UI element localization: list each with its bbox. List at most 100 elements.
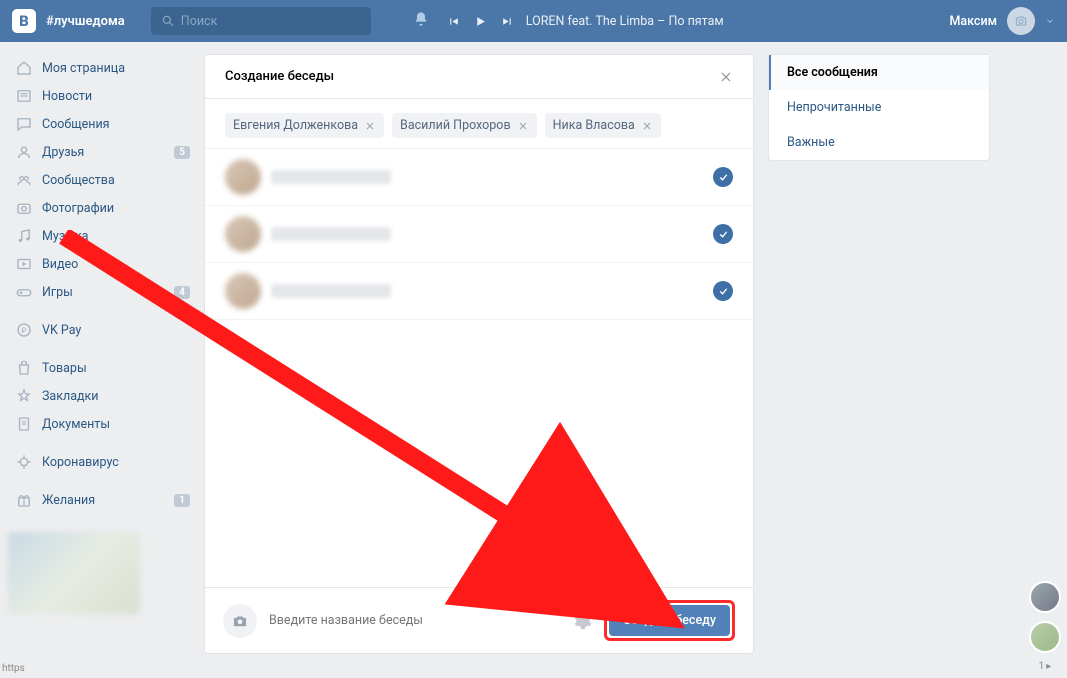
user-chip: Ника Власова <box>545 113 661 138</box>
person-name-blurred <box>271 284 391 298</box>
create-chat-button[interactable]: Создать беседу <box>609 605 730 636</box>
photo-icon <box>14 198 34 218</box>
nav-groups[interactable]: Сообщества <box>8 166 196 194</box>
nav-label: Документы <box>42 417 190 432</box>
chip-label: Ника Власова <box>553 118 635 133</box>
nav-group-1: Моя страница Новости Сообщения Друзья5 Сообщ… <box>8 54 196 316</box>
remove-chip-icon[interactable] <box>364 120 376 132</box>
chevron-down-icon[interactable] <box>1045 16 1055 26</box>
friends-icon <box>14 142 34 162</box>
person-name-blurred <box>271 227 391 241</box>
person-avatar <box>225 216 261 252</box>
person-row[interactable] <box>205 149 753 206</box>
nav-games[interactable]: Игры4 <box>8 278 196 306</box>
notifications-button[interactable] <box>403 11 439 31</box>
remove-chip-icon[interactable] <box>517 120 529 132</box>
nav-group-2: ₽ VK Pay <box>8 316 196 354</box>
header-avatar[interactable] <box>1007 7 1035 35</box>
nav-label: Закладки <box>42 389 190 404</box>
online-friends-stack[interactable]: 1 ▸ <box>1029 581 1061 672</box>
nav-group-3: Товары Закладки Документы <box>8 354 196 448</box>
status-bar-text: https <box>2 663 25 674</box>
nav-music[interactable]: Музыка <box>8 222 196 250</box>
filter-item[interactable]: Важные <box>769 125 989 160</box>
nav-label: Сообщества <box>42 173 190 188</box>
chat-photo-button[interactable] <box>223 604 257 638</box>
nav-msg[interactable]: Сообщения <box>8 110 196 138</box>
create-button-highlight: Создать беседу <box>604 600 735 641</box>
app-header: B #лучшедома Поиск LOREN feat. The Limba… <box>0 0 1067 42</box>
search-input[interactable]: Поиск <box>151 7 371 35</box>
filter-item[interactable]: Непрочитанные <box>769 90 989 125</box>
wish-icon <box>14 490 34 510</box>
nav-label: Коронавирус <box>42 455 190 470</box>
filter-item[interactable]: Все сообщения <box>769 55 989 90</box>
header-username[interactable]: Максим <box>949 14 997 29</box>
nav-market[interactable]: Товары <box>8 354 196 382</box>
play-icon[interactable] <box>474 15 487 28</box>
nav-virus[interactable]: Коронавирус <box>8 448 196 476</box>
nav-badge: 4 <box>174 286 190 299</box>
person-avatar <box>225 273 261 309</box>
left-sidebar: Моя страница Новости Сообщения Друзья5 Сообщ… <box>0 54 196 654</box>
search-icon <box>161 14 175 28</box>
nav-pay[interactable]: ₽ VK Pay <box>8 316 196 344</box>
nav-label: Желания <box>42 493 174 508</box>
filters-list: Все сообщенияНепрочитанныеВажные <box>768 54 990 161</box>
media-controls <box>447 15 514 28</box>
chip-label: Василий Прохоров <box>400 118 511 133</box>
filters-sidebar: Все сообщенияНепрочитанныеВажные <box>768 54 990 654</box>
friend-avatar[interactable] <box>1029 621 1061 653</box>
create-chat-modal: Создание беседы Евгения Долженкова Васили… <box>204 54 754 654</box>
nav-group-5: Желания1 <box>8 486 196 514</box>
nav-label: Сообщения <box>42 117 190 132</box>
chat-name-input[interactable] <box>269 613 574 628</box>
nav-video[interactable]: Видео <box>8 250 196 278</box>
news-icon <box>14 86 34 106</box>
nav-label: Моя страница <box>42 61 190 76</box>
prev-track-icon[interactable] <box>447 15 460 28</box>
video-icon <box>14 254 34 274</box>
msg-icon <box>14 114 34 134</box>
next-track-icon[interactable] <box>501 15 514 28</box>
nav-wish[interactable]: Желания1 <box>8 486 196 514</box>
person-selected-check <box>713 167 733 187</box>
nav-badge: 5 <box>174 146 190 159</box>
person-row[interactable] <box>205 263 753 320</box>
svg-text:₽: ₽ <box>22 326 27 335</box>
user-chip: Евгения Долженкова <box>225 113 384 138</box>
friend-avatar[interactable] <box>1029 581 1061 613</box>
remove-chip-icon[interactable] <box>641 120 653 132</box>
sidebar-thumbnail <box>8 532 140 614</box>
nav-label: Видео <box>42 257 190 272</box>
camera-icon <box>231 612 249 630</box>
groups-icon <box>14 170 34 190</box>
virus-icon <box>14 452 34 472</box>
nav-label: Игры <box>42 285 174 300</box>
nav-label: Товары <box>42 361 190 376</box>
now-playing-track[interactable]: LOREN feat. The Limba – По пятам <box>526 14 724 29</box>
friend-count: 1 ▸ <box>1039 661 1052 672</box>
music-icon <box>14 226 34 246</box>
nav-friends[interactable]: Друзья5 <box>8 138 196 166</box>
nav-bookmark[interactable]: Закладки <box>8 382 196 410</box>
bell-icon <box>413 11 429 27</box>
search-placeholder: Поиск <box>181 14 218 29</box>
chip-label: Евгения Долженкова <box>233 118 358 133</box>
bookmark-icon <box>14 386 34 406</box>
nav-home[interactable]: Моя страница <box>8 54 196 82</box>
person-avatar <box>225 159 261 195</box>
modal-title: Создание беседы <box>225 69 334 84</box>
nav-group-4: Коронавирус <box>8 448 196 486</box>
nav-news[interactable]: Новости <box>8 82 196 110</box>
person-selected-check <box>713 224 733 244</box>
nav-label: VK Pay <box>42 323 190 338</box>
nav-photo[interactable]: Фотографии <box>8 194 196 222</box>
person-row[interactable] <box>205 206 753 263</box>
header-hashtag[interactable]: #лучшедома <box>46 14 125 29</box>
gear-icon[interactable] <box>574 612 592 630</box>
vk-logo[interactable]: B <box>12 9 36 33</box>
close-icon[interactable] <box>719 70 733 84</box>
nav-docs[interactable]: Документы <box>8 410 196 438</box>
people-list <box>205 149 753 587</box>
